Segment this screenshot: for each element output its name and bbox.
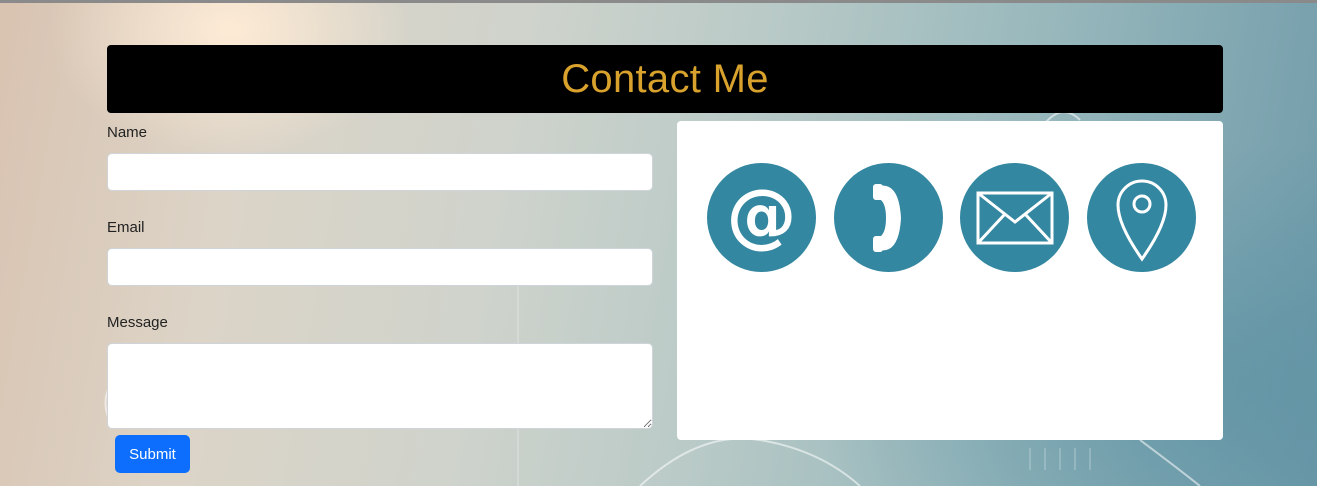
name-input[interactable] [107,153,653,191]
top-border [0,0,1317,3]
name-label: Name [107,124,148,141]
phone-icon [872,183,901,252]
mail-button[interactable] [960,163,1069,272]
email-at-button[interactable]: @ [707,163,816,272]
page-title: Contact Me [561,56,769,101]
location-button[interactable] [1087,163,1196,272]
page-header: Contact Me [107,45,1223,113]
contact-info-panel: @ [677,121,1223,440]
submit-button[interactable]: Submit [115,435,190,473]
envelope-icon [976,191,1053,244]
email-label: Email [107,219,145,236]
message-textarea[interactable] [107,343,653,429]
email-input[interactable] [107,248,653,286]
phone-button[interactable] [834,163,943,272]
map-pin-icon [1115,179,1168,262]
contact-form: Name Email Message Submit [107,122,653,473]
message-label: Message [107,314,168,331]
at-sign-icon: @ [726,173,797,256]
